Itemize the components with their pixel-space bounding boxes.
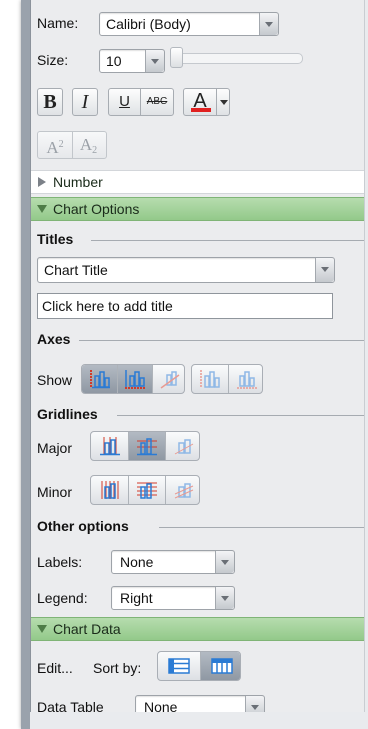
gridlines-minor-group (90, 475, 200, 505)
secondary-vertical-axis-icon (200, 370, 220, 388)
font-size-label: Size: (37, 52, 69, 68)
font-color-menu-button[interactable] (216, 88, 230, 116)
legend-select[interactable]: Right (111, 586, 235, 610)
sort-by-columns-button[interactable] (200, 652, 240, 680)
section-chart-options-label: Chart Options (53, 201, 140, 217)
subscript-button[interactable]: A2 (72, 132, 105, 158)
sort-by-group (157, 651, 241, 681)
gridlines-major-group (90, 431, 200, 461)
titles-header: Titles (37, 231, 74, 247)
axes-primary-group (81, 364, 185, 394)
chart-title-input[interactable]: Click here to add title (37, 293, 333, 319)
axes-secondary-group (191, 364, 263, 394)
columns-icon (210, 658, 233, 674)
horizontal-gridlines-icon (137, 438, 157, 456)
major-vertical-gridlines-button[interactable] (91, 432, 128, 460)
font-color-swatch (191, 108, 211, 112)
underline-icon: U (119, 93, 130, 110)
axes-divider (79, 340, 364, 341)
vertical-axis-button[interactable] (82, 365, 117, 393)
chart-title-placeholder: Click here to add title (42, 298, 173, 314)
gridlines-header: Gridlines (37, 406, 98, 422)
font-name-select[interactable]: Calibri (Body) (99, 12, 279, 36)
minor-horizontal-gridlines-icon (137, 482, 157, 499)
disclosure-triangle-down-icon (37, 625, 47, 633)
secondary-horizontal-axis-icon (236, 371, 257, 389)
depth-axis-icon (160, 371, 179, 389)
legend-label: Legend: (37, 590, 88, 606)
disclosure-triangle-down-icon (37, 205, 47, 213)
superscript-button[interactable]: A2 (38, 132, 73, 158)
italic-button[interactable]: I (72, 88, 98, 116)
secondary-vertical-axis-button[interactable] (192, 365, 228, 393)
gridlines-divider (117, 415, 364, 416)
disclosure-triangle-right-icon (38, 177, 46, 187)
minor-vertical-gridlines-icon (101, 481, 118, 499)
minor-vertical-gridlines-button[interactable] (91, 476, 128, 504)
legend-select-value: Right (120, 590, 153, 606)
chevron-down-icon (145, 50, 164, 72)
other-options-header: Other options (37, 518, 129, 534)
sort-by-rows-button[interactable] (158, 652, 200, 680)
italic-icon: I (81, 91, 89, 113)
font-name-label: Name: (37, 15, 79, 31)
superscript-icon: A (46, 138, 59, 157)
labels-select-value: None (120, 554, 154, 570)
gridlines-major-label: Major (37, 440, 73, 456)
strikethrough-button[interactable]: ABC (140, 88, 174, 116)
subscript-icon: A (79, 135, 93, 154)
section-chart-data-header[interactable]: Chart Data (31, 617, 364, 641)
rows-icon (168, 658, 190, 674)
horizontal-axis-icon (125, 370, 145, 389)
depth-gridlines-icon (174, 439, 193, 455)
section-chart-data-label: Chart Data (53, 621, 121, 637)
underline-button[interactable]: U (108, 88, 141, 116)
edit-data-link[interactable]: Edit... (37, 660, 73, 676)
axes-header: Axes (37, 331, 71, 347)
depth-axis-button[interactable] (152, 365, 184, 393)
strikethrough-icon: ABC (146, 96, 168, 107)
subscript-mark: 2 (92, 145, 98, 156)
chevron-down-icon (215, 551, 234, 573)
formatting-palette: Name: Calibri (Body) Size: 10 B I U ABC … (30, 0, 365, 712)
section-number-label: Number (53, 174, 103, 190)
section-chart-options-header[interactable]: Chart Options (31, 197, 364, 221)
bold-button[interactable]: B (37, 88, 63, 116)
chevron-down-icon (215, 587, 234, 609)
superscript-mark: 2 (58, 139, 64, 150)
sort-by-label: Sort by: (93, 660, 142, 676)
vertical-axis-icon (89, 370, 110, 389)
bold-icon: B (43, 91, 57, 113)
section-number-header[interactable]: Number (31, 170, 364, 194)
chevron-down-icon (315, 258, 334, 282)
other-options-divider (159, 527, 364, 528)
gridlines-minor-label: Minor (37, 484, 73, 500)
font-size-value: 10 (106, 53, 122, 69)
titles-divider (91, 240, 364, 241)
data-table-select[interactable]: None (135, 695, 265, 712)
labels-select[interactable]: None (111, 550, 235, 574)
axes-show-label: Show (37, 372, 73, 388)
font-size-select[interactable]: 10 (99, 49, 165, 73)
data-table-label: Data Table (37, 699, 104, 712)
chevron-down-icon (220, 100, 228, 105)
font-color-button[interactable]: A (183, 88, 217, 116)
secondary-horizontal-axis-button[interactable] (228, 365, 262, 393)
chevron-down-icon (245, 696, 264, 712)
title-select-value: Chart Title (44, 262, 108, 278)
chevron-down-icon (259, 13, 278, 35)
title-select[interactable]: Chart Title (37, 257, 335, 283)
vertical-gridlines-icon (99, 437, 120, 456)
minor-horizontal-gridlines-button[interactable] (128, 476, 165, 504)
font-name-value: Calibri (Body) (106, 16, 191, 32)
labels-label: Labels: (37, 554, 83, 570)
minor-depth-gridlines-icon (174, 483, 193, 499)
major-horizontal-gridlines-button[interactable] (128, 432, 165, 460)
data-table-select-value: None (144, 699, 178, 712)
font-size-slider-thumb[interactable] (170, 47, 183, 68)
minor-depth-gridlines-button[interactable] (165, 476, 199, 504)
horizontal-axis-button[interactable] (117, 365, 152, 393)
font-size-slider-track[interactable] (171, 53, 303, 64)
major-depth-gridlines-button[interactable] (165, 432, 199, 460)
